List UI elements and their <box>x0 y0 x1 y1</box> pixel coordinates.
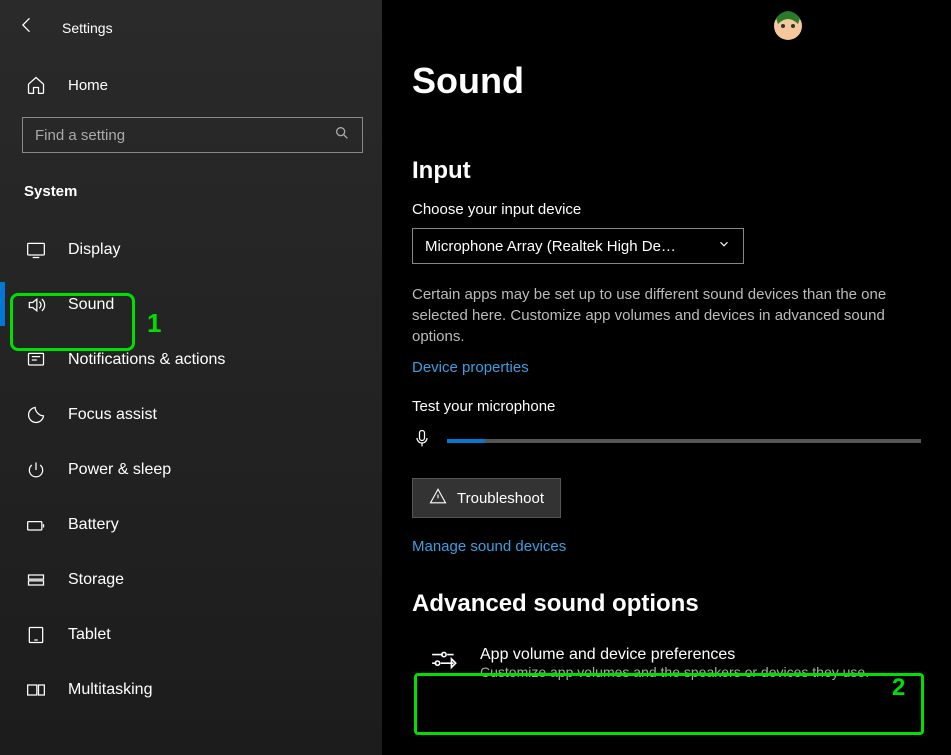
input-device-dropdown[interactable]: Microphone Array (Realtek High De… <box>412 228 744 264</box>
choose-device-label: Choose your input device <box>412 201 921 218</box>
dropdown-value: Microphone Array (Realtek High De… <box>425 238 676 255</box>
storage-icon <box>26 570 46 590</box>
sidebar-item-label: Display <box>68 241 120 259</box>
sidebar-item-sound[interactable]: Sound <box>22 277 360 332</box>
input-heading: Input <box>412 157 921 185</box>
sliders-icon <box>430 648 460 679</box>
warning-icon <box>429 487 447 509</box>
home-icon <box>26 75 46 95</box>
sidebar-item-multitasking[interactable]: Multitasking <box>22 662 360 717</box>
sidebar-item-display[interactable]: Display <box>22 222 360 277</box>
display-icon <box>26 240 46 260</box>
multitasking-icon <box>26 680 46 700</box>
sidebar-item-label: Storage <box>68 571 124 589</box>
mic-level-row <box>412 425 921 456</box>
tablet-icon <box>26 625 46 645</box>
search-input[interactable]: Find a setting <box>22 117 363 153</box>
sidebar-item-label: Notifications & actions <box>68 351 225 369</box>
notifications-icon <box>26 350 46 370</box>
sidebar-item-label: Focus assist <box>68 406 157 424</box>
search-icon <box>334 125 350 145</box>
mic-level-bar <box>447 439 921 443</box>
advanced-heading: Advanced sound options <box>412 590 921 618</box>
test-mic-label: Test your microphone <box>412 398 921 415</box>
sidebar-item-notifications[interactable]: Notifications & actions <box>22 332 360 387</box>
adv-subtitle: Customize app volumes and the speakers o… <box>480 664 869 680</box>
troubleshoot-button[interactable]: Troubleshoot <box>412 478 561 518</box>
sidebar-item-label: Power & sleep <box>68 461 171 479</box>
sidebar-item-label: Tablet <box>68 626 111 644</box>
sidebar-item-label: Sound <box>68 296 114 314</box>
device-properties-link[interactable]: Device properties <box>412 359 529 376</box>
annotation-1: 1 <box>147 308 161 339</box>
back-icon[interactable] <box>17 15 37 40</box>
adv-title: App volume and device preferences <box>480 646 869 664</box>
sidebar-item-focus[interactable]: Focus assist <box>22 387 360 442</box>
annotation-2: 2 <box>892 674 905 702</box>
focus-icon <box>26 405 46 425</box>
main-panel: Sound Input Choose your input device Mic… <box>382 0 951 755</box>
sidebar-item-power[interactable]: Power & sleep <box>22 442 360 497</box>
troubleshoot-label: Troubleshoot <box>457 490 544 507</box>
sound-icon <box>26 295 46 315</box>
sidebar-item-storage[interactable]: Storage <box>22 552 360 607</box>
home-label: Home <box>68 77 108 94</box>
input-description: Certain apps may be set up to use differ… <box>412 284 921 347</box>
adv-text: App volume and device preferences Custom… <box>480 646 869 680</box>
avatar <box>770 4 806 48</box>
header: Settings <box>17 15 360 40</box>
app-title: Settings <box>62 20 113 36</box>
chevron-down-icon <box>717 237 731 255</box>
manage-devices-link[interactable]: Manage sound devices <box>412 538 566 555</box>
page-title: Sound <box>412 60 921 102</box>
category-heading: System <box>22 183 360 200</box>
app-volume-preferences[interactable]: App volume and device preferences Custom… <box>412 634 921 692</box>
battery-icon <box>26 515 46 535</box>
power-icon <box>26 460 46 480</box>
sidebar-item-tablet[interactable]: Tablet <box>22 607 360 662</box>
search-placeholder: Find a setting <box>35 127 125 144</box>
sidebar: Settings Home Find a setting System Disp… <box>0 0 382 755</box>
microphone-icon <box>412 425 432 456</box>
sidebar-item-label: Multitasking <box>68 681 152 699</box>
home-button[interactable]: Home <box>22 75 360 95</box>
sidebar-item-battery[interactable]: Battery <box>22 497 360 552</box>
sidebar-item-label: Battery <box>68 516 119 534</box>
